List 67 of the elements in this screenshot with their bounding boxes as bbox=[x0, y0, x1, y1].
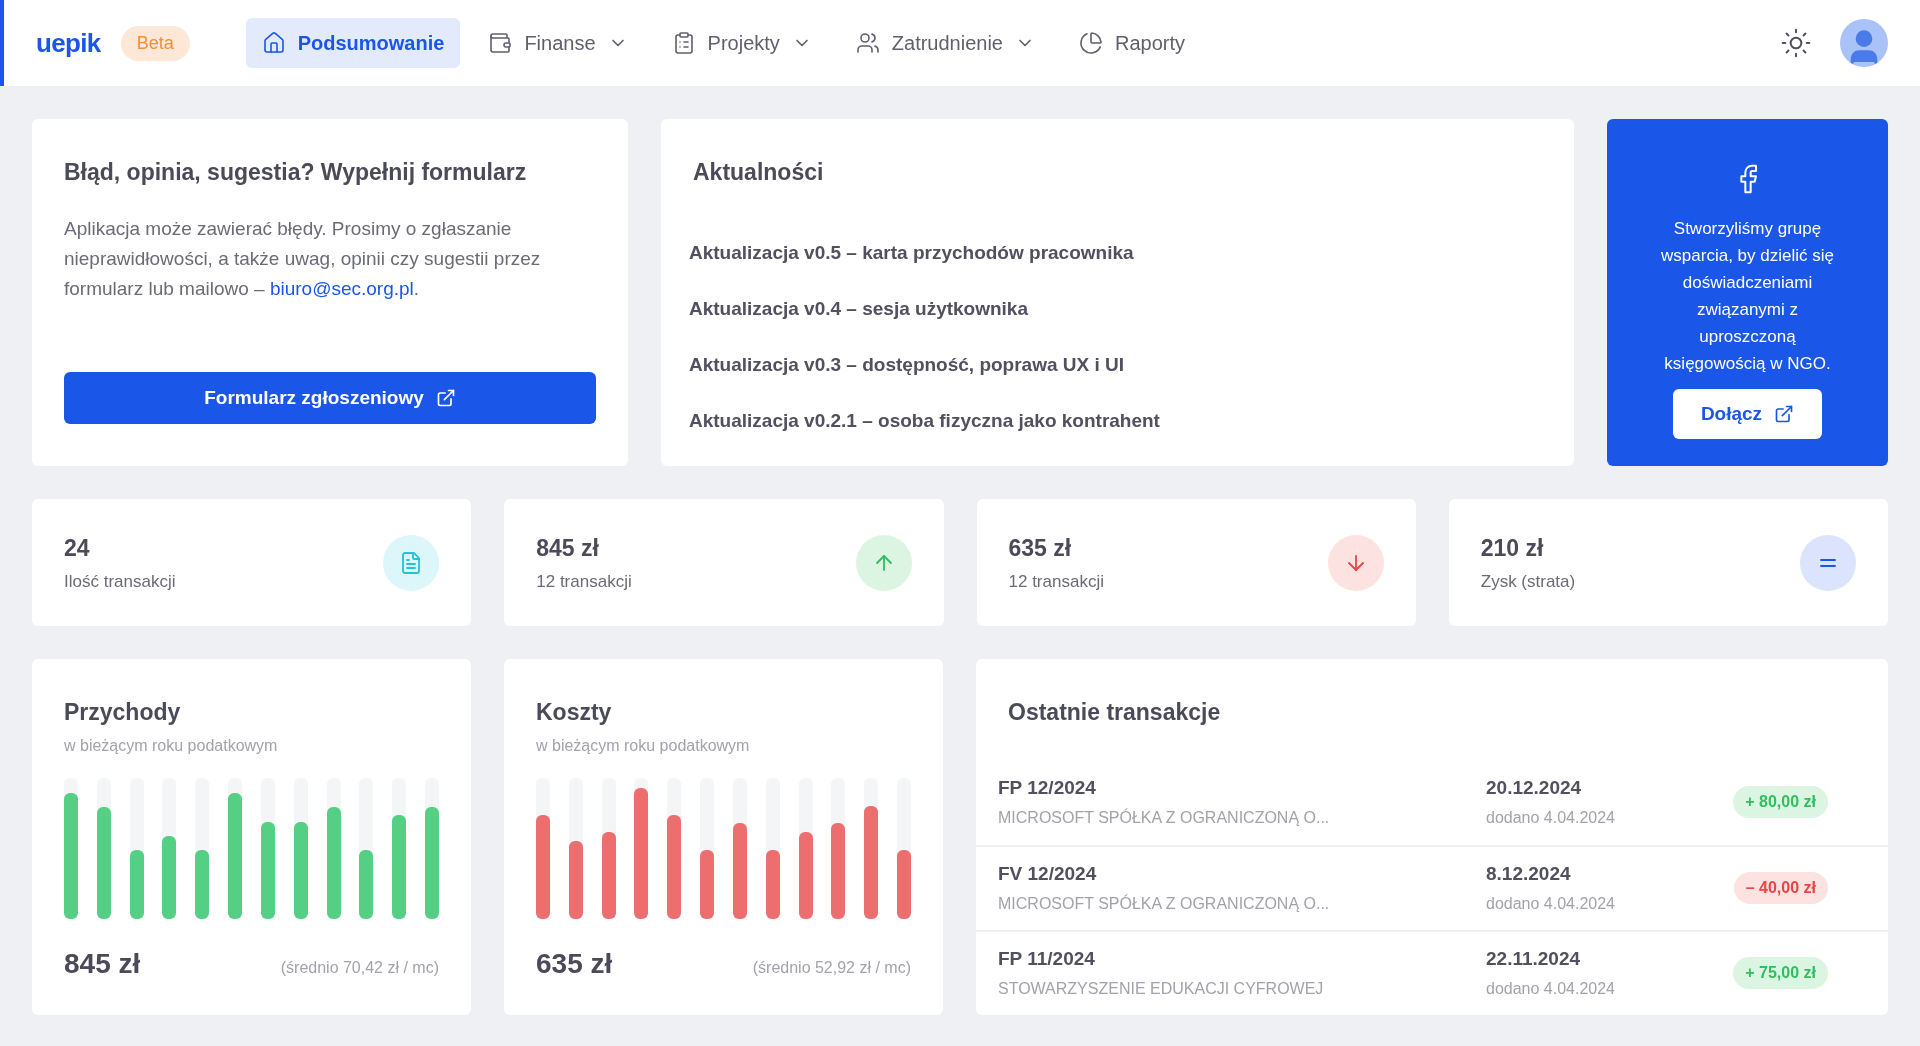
support-group-text: Stworzyliśmy grupę wsparcia, by dzielić się doświadczeniami związanymi z uproszczoną księgowością w NGO. bbox=[1660, 218, 1835, 375]
external-link-icon bbox=[1774, 404, 1795, 424]
transaction-added-date: dodano 4.04.2024 bbox=[1486, 808, 1615, 829]
nav-tab[interactable]: Zatrudnienie bbox=[839, 18, 1051, 68]
nav-tab[interactable]: Podsumowanie bbox=[245, 18, 461, 68]
news-link[interactable]: Aktualizacja v0.5 – karta przychodów pracownika bbox=[689, 239, 1542, 266]
transaction-number: FP 12/2024 bbox=[998, 775, 1097, 800]
users-icon bbox=[855, 31, 880, 55]
card-subtitle: w bieżącym roku podatkowym bbox=[64, 735, 279, 756]
transaction-added-date: dodano 4.04.2024 bbox=[1486, 894, 1615, 915]
nav-tab[interactable]: Raporty bbox=[1063, 18, 1202, 68]
chart-average: (średnio 52,92 zł / mc) bbox=[752, 957, 911, 978]
transaction-party: MICROSOFT SPÓŁKA Z OGRANICZONĄ O... bbox=[998, 893, 1331, 915]
transaction-row[interactable]: FP 11/2024 STOWARZYSZENIE EDUKACJI CYFROWEJ 22.11.2024 dodano 4.04.2024 + 75,00 zł bbox=[976, 929, 1888, 1015]
transaction-number: FP 11/2024 bbox=[998, 946, 1096, 971]
bar bbox=[359, 849, 374, 919]
transaction-added-date: dodano 4.04.2024 bbox=[1486, 979, 1615, 1000]
stat-value: 24 bbox=[64, 533, 91, 563]
transaction-row[interactable]: FV 12/2024 MICROSOFT SPÓŁKA Z OGRANICZONĄ O... 8.12.2024 dodano 4.04.2024 – 40,00 zł bbox=[976, 844, 1888, 930]
chart-average: (średnio 70,42 zł / mc) bbox=[280, 957, 439, 978]
bar bbox=[896, 849, 911, 919]
stat-value: 210 zł bbox=[1480, 533, 1545, 563]
card-subtitle: w bieżącym roku podatkowym bbox=[536, 735, 751, 756]
home-icon bbox=[261, 31, 286, 55]
beta-badge: Beta bbox=[120, 25, 190, 61]
bar bbox=[195, 849, 210, 919]
stat-value: 635 zł bbox=[1008, 533, 1073, 563]
form-button[interactable]: Formularz zgłoszeniowy bbox=[64, 372, 596, 424]
transaction-date: 22.11.2024 bbox=[1486, 946, 1582, 971]
card-title: Błąd, opinia, sugestia? Wypełnij formularz bbox=[64, 158, 528, 187]
logo[interactable]: uepik bbox=[36, 23, 101, 63]
transaction-date: 8.12.2024 bbox=[1486, 861, 1572, 886]
bar bbox=[700, 849, 715, 919]
theme-toggle-icon[interactable] bbox=[1780, 27, 1812, 59]
news-link[interactable]: Aktualizacja v0.2.1 – osoba fizyczna jako kontrahent bbox=[689, 407, 1542, 434]
bar bbox=[129, 849, 144, 919]
card-title: Ostatnie transakcje bbox=[1007, 698, 1222, 727]
card-title: Przychody bbox=[64, 698, 182, 727]
external-link-icon bbox=[435, 388, 456, 408]
nav-tab[interactable]: Projekty bbox=[655, 18, 828, 68]
join-button[interactable]: Dołącz bbox=[1672, 389, 1823, 439]
news-link[interactable]: Aktualizacja v0.4 – sesja użytkownika bbox=[689, 295, 1542, 322]
transaction-party: MICROSOFT SPÓŁKA Z OGRANICZONĄ O... bbox=[998, 807, 1331, 829]
nav-tab[interactable]: Finanse bbox=[472, 18, 644, 68]
user-avatar[interactable] bbox=[1840, 19, 1888, 67]
pie-chart-icon bbox=[1079, 31, 1103, 55]
transaction-number: FV 12/2024 bbox=[998, 861, 1098, 886]
transaction-row[interactable]: FP 12/2024 MICROSOFT SPÓŁKA Z OGRANICZONĄ O... 20.12.2024 dodano 4.04.2024 + 80,00 zł bbox=[976, 759, 1888, 845]
amount-badge: – 40,00 zł bbox=[1733, 872, 1828, 904]
amount-badge: + 80,00 zł bbox=[1733, 786, 1828, 818]
bar bbox=[765, 849, 780, 919]
stat-label: Zysk (strata) bbox=[1480, 571, 1576, 593]
transaction-date: 20.12.2024 bbox=[1486, 775, 1583, 800]
chart-total: 635 zł bbox=[536, 946, 613, 981]
card-title: Koszty bbox=[536, 698, 613, 727]
card-title: Aktualności bbox=[693, 158, 825, 187]
wallet-icon bbox=[488, 31, 513, 55]
stat-label: 12 transakcji bbox=[536, 571, 632, 593]
news-link[interactable]: Aktualizacja v0.3 – dostępność, poprawa UX i UI bbox=[689, 351, 1542, 378]
stat-value: 845 zł bbox=[536, 533, 600, 563]
stat-label: Ilość transakcji bbox=[64, 571, 176, 593]
feedback-text: Aplikacja może zawierać błędy. Prosimy o zgłaszanie nieprawidłowości, a także uwag, opinii czy sugestii przez formularz lub mailowo – biuro@sec.org.pl. bbox=[64, 216, 542, 301]
amount-badge: + 75,00 zł bbox=[1733, 957, 1828, 989]
transaction-party: STOWARZYSZENIE EDUKACJI CYFROWEJ bbox=[998, 979, 1325, 1000]
stat-label: 12 transakcji bbox=[1008, 571, 1104, 593]
chart-total: 845 zł bbox=[64, 946, 141, 981]
email-link[interactable]: biuro@sec.org.pl bbox=[269, 277, 414, 299]
